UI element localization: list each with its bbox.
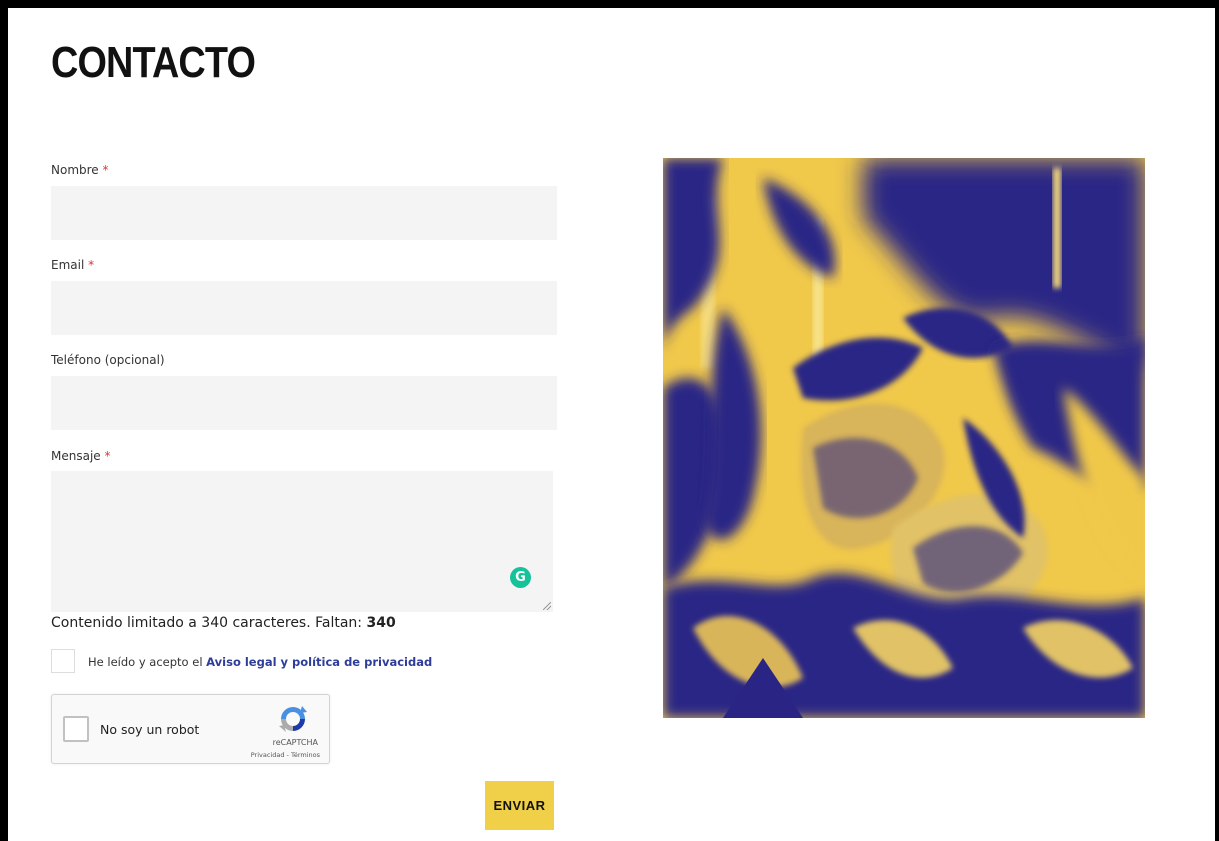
- phone-label: Teléfono (opcional): [51, 353, 165, 367]
- message-textarea[interactable]: G: [51, 471, 553, 612]
- recaptcha-brand: reCAPTCHA: [272, 738, 318, 747]
- email-label-text: Email: [51, 258, 85, 272]
- required-mark: *: [88, 258, 95, 272]
- recaptcha-logo-icon: [279, 706, 307, 732]
- required-mark: *: [104, 449, 111, 463]
- recaptcha-terms-link[interactable]: Privacidad - Términos: [251, 751, 320, 759]
- decorative-photo: [663, 158, 1145, 718]
- required-mark: *: [102, 163, 109, 177]
- page-frame: CONTACTO Nombre * Email * Teléfono (opci…: [8, 8, 1215, 841]
- name-label: Nombre *: [51, 163, 109, 177]
- grammarly-icon[interactable]: G: [510, 567, 531, 588]
- phone-input[interactable]: [51, 376, 557, 430]
- duotone-plants-image: [663, 158, 1145, 718]
- send-button[interactable]: ENVIAR: [485, 781, 554, 830]
- message-label: Mensaje *: [51, 449, 111, 463]
- recaptcha-widget: No soy un robot reCAPTCHA Privacidad - T…: [51, 694, 330, 764]
- char-remaining-count: 340: [366, 615, 396, 631]
- privacy-policy-link[interactable]: Aviso legal y política de privacidad: [206, 655, 432, 669]
- name-label-text: Nombre: [51, 163, 99, 177]
- page-title: CONTACTO: [51, 38, 256, 87]
- name-input[interactable]: [51, 186, 557, 240]
- consent-text: He leído y acepto el: [88, 655, 207, 669]
- recaptcha-checkbox[interactable]: [63, 716, 89, 742]
- char-limit-text: Contenido limitado a 340 caracteres. Fal…: [51, 615, 363, 631]
- recaptcha-label: No soy un robot: [100, 722, 200, 737]
- privacy-consent-checkbox[interactable]: [51, 649, 75, 673]
- email-input[interactable]: [51, 281, 557, 335]
- phone-label-text: Teléfono (opcional): [51, 353, 165, 367]
- resize-handle-icon[interactable]: [543, 602, 551, 610]
- message-label-text: Mensaje: [51, 449, 101, 463]
- char-limit-notice: Contenido limitado a 340 caracteres. Fal…: [51, 615, 396, 631]
- email-label: Email *: [51, 258, 94, 272]
- privacy-consent-label: He leído y acepto el Aviso legal y polít…: [88, 655, 432, 669]
